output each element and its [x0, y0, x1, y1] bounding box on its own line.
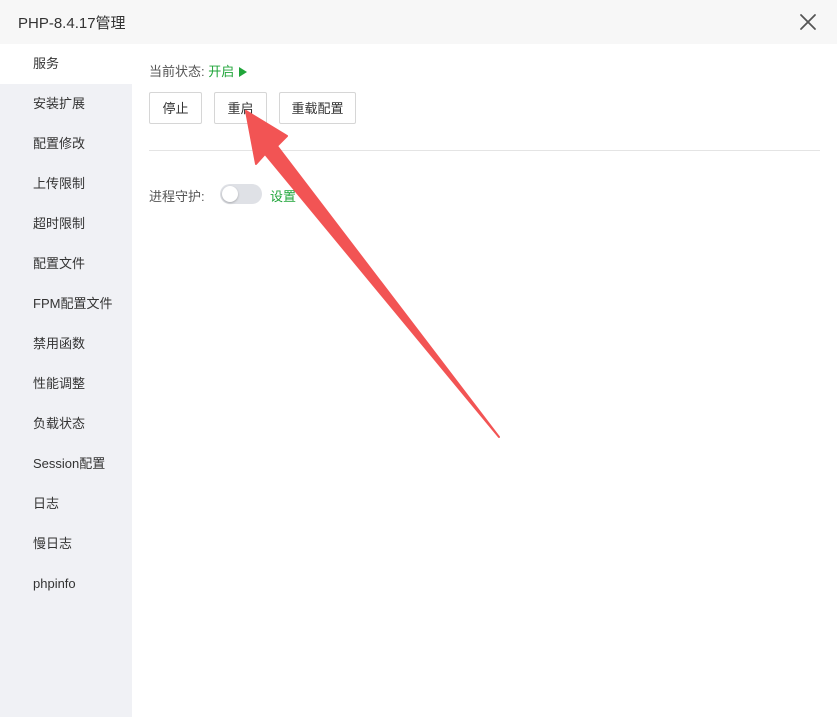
restart-button[interactable]: 重启 [214, 92, 267, 124]
sidebar-item-load-status[interactable]: 负载状态 [0, 404, 132, 444]
sidebar-item-upload-limit[interactable]: 上传限制 [0, 164, 132, 204]
sidebar-item-log[interactable]: 日志 [0, 484, 132, 524]
status-row: 当前状态: 开启 [149, 61, 248, 80]
sidebar-item-slow-log[interactable]: 慢日志 [0, 524, 132, 564]
sidebar-item-timeout-limit[interactable]: 超时限制 [0, 204, 132, 244]
window-title: PHP-8.4.17管理 [18, 15, 126, 32]
sidebar-item-fpm-config-file[interactable]: FPM配置文件 [0, 284, 132, 324]
stop-button[interactable]: 停止 [149, 92, 202, 124]
process-guard-toggle[interactable] [220, 184, 262, 204]
sidebar-item-performance-tuning[interactable]: 性能调整 [0, 364, 132, 404]
sidebar-item-phpinfo[interactable]: phpinfo [0, 564, 132, 604]
sidebar-item-disabled-functions[interactable]: 禁用函数 [0, 324, 132, 364]
process-guard-label: 进程守护: [149, 189, 205, 204]
status-value: 开启 [208, 64, 235, 79]
service-panel: 当前状态: 开启 停止 重启 重载配置 进程守护: 设置 [132, 44, 837, 717]
sidebar-item-service[interactable]: 服务 [0, 44, 132, 84]
sidebar-item-install-extensions[interactable]: 安装扩展 [0, 84, 132, 124]
play-icon [239, 67, 248, 77]
sidebar-item-session-config[interactable]: Session配置 [0, 444, 132, 484]
sidebar-item-config-edit[interactable]: 配置修改 [0, 124, 132, 164]
sidebar-item-config-file[interactable]: 配置文件 [0, 244, 132, 284]
title-bar: PHP-8.4.17管理 [0, 0, 837, 44]
toggle-knob [222, 186, 238, 202]
reload-config-button[interactable]: 重载配置 [279, 92, 356, 124]
sidebar: 服务 安装扩展 配置修改 上传限制 超时限制 配置文件 FPM配置文件 禁用函数… [0, 44, 132, 717]
process-guard-setting-link[interactable]: 设置 [270, 186, 296, 205]
status-label: 当前状态: [149, 64, 205, 79]
close-icon[interactable] [797, 11, 819, 33]
divider [149, 150, 820, 151]
